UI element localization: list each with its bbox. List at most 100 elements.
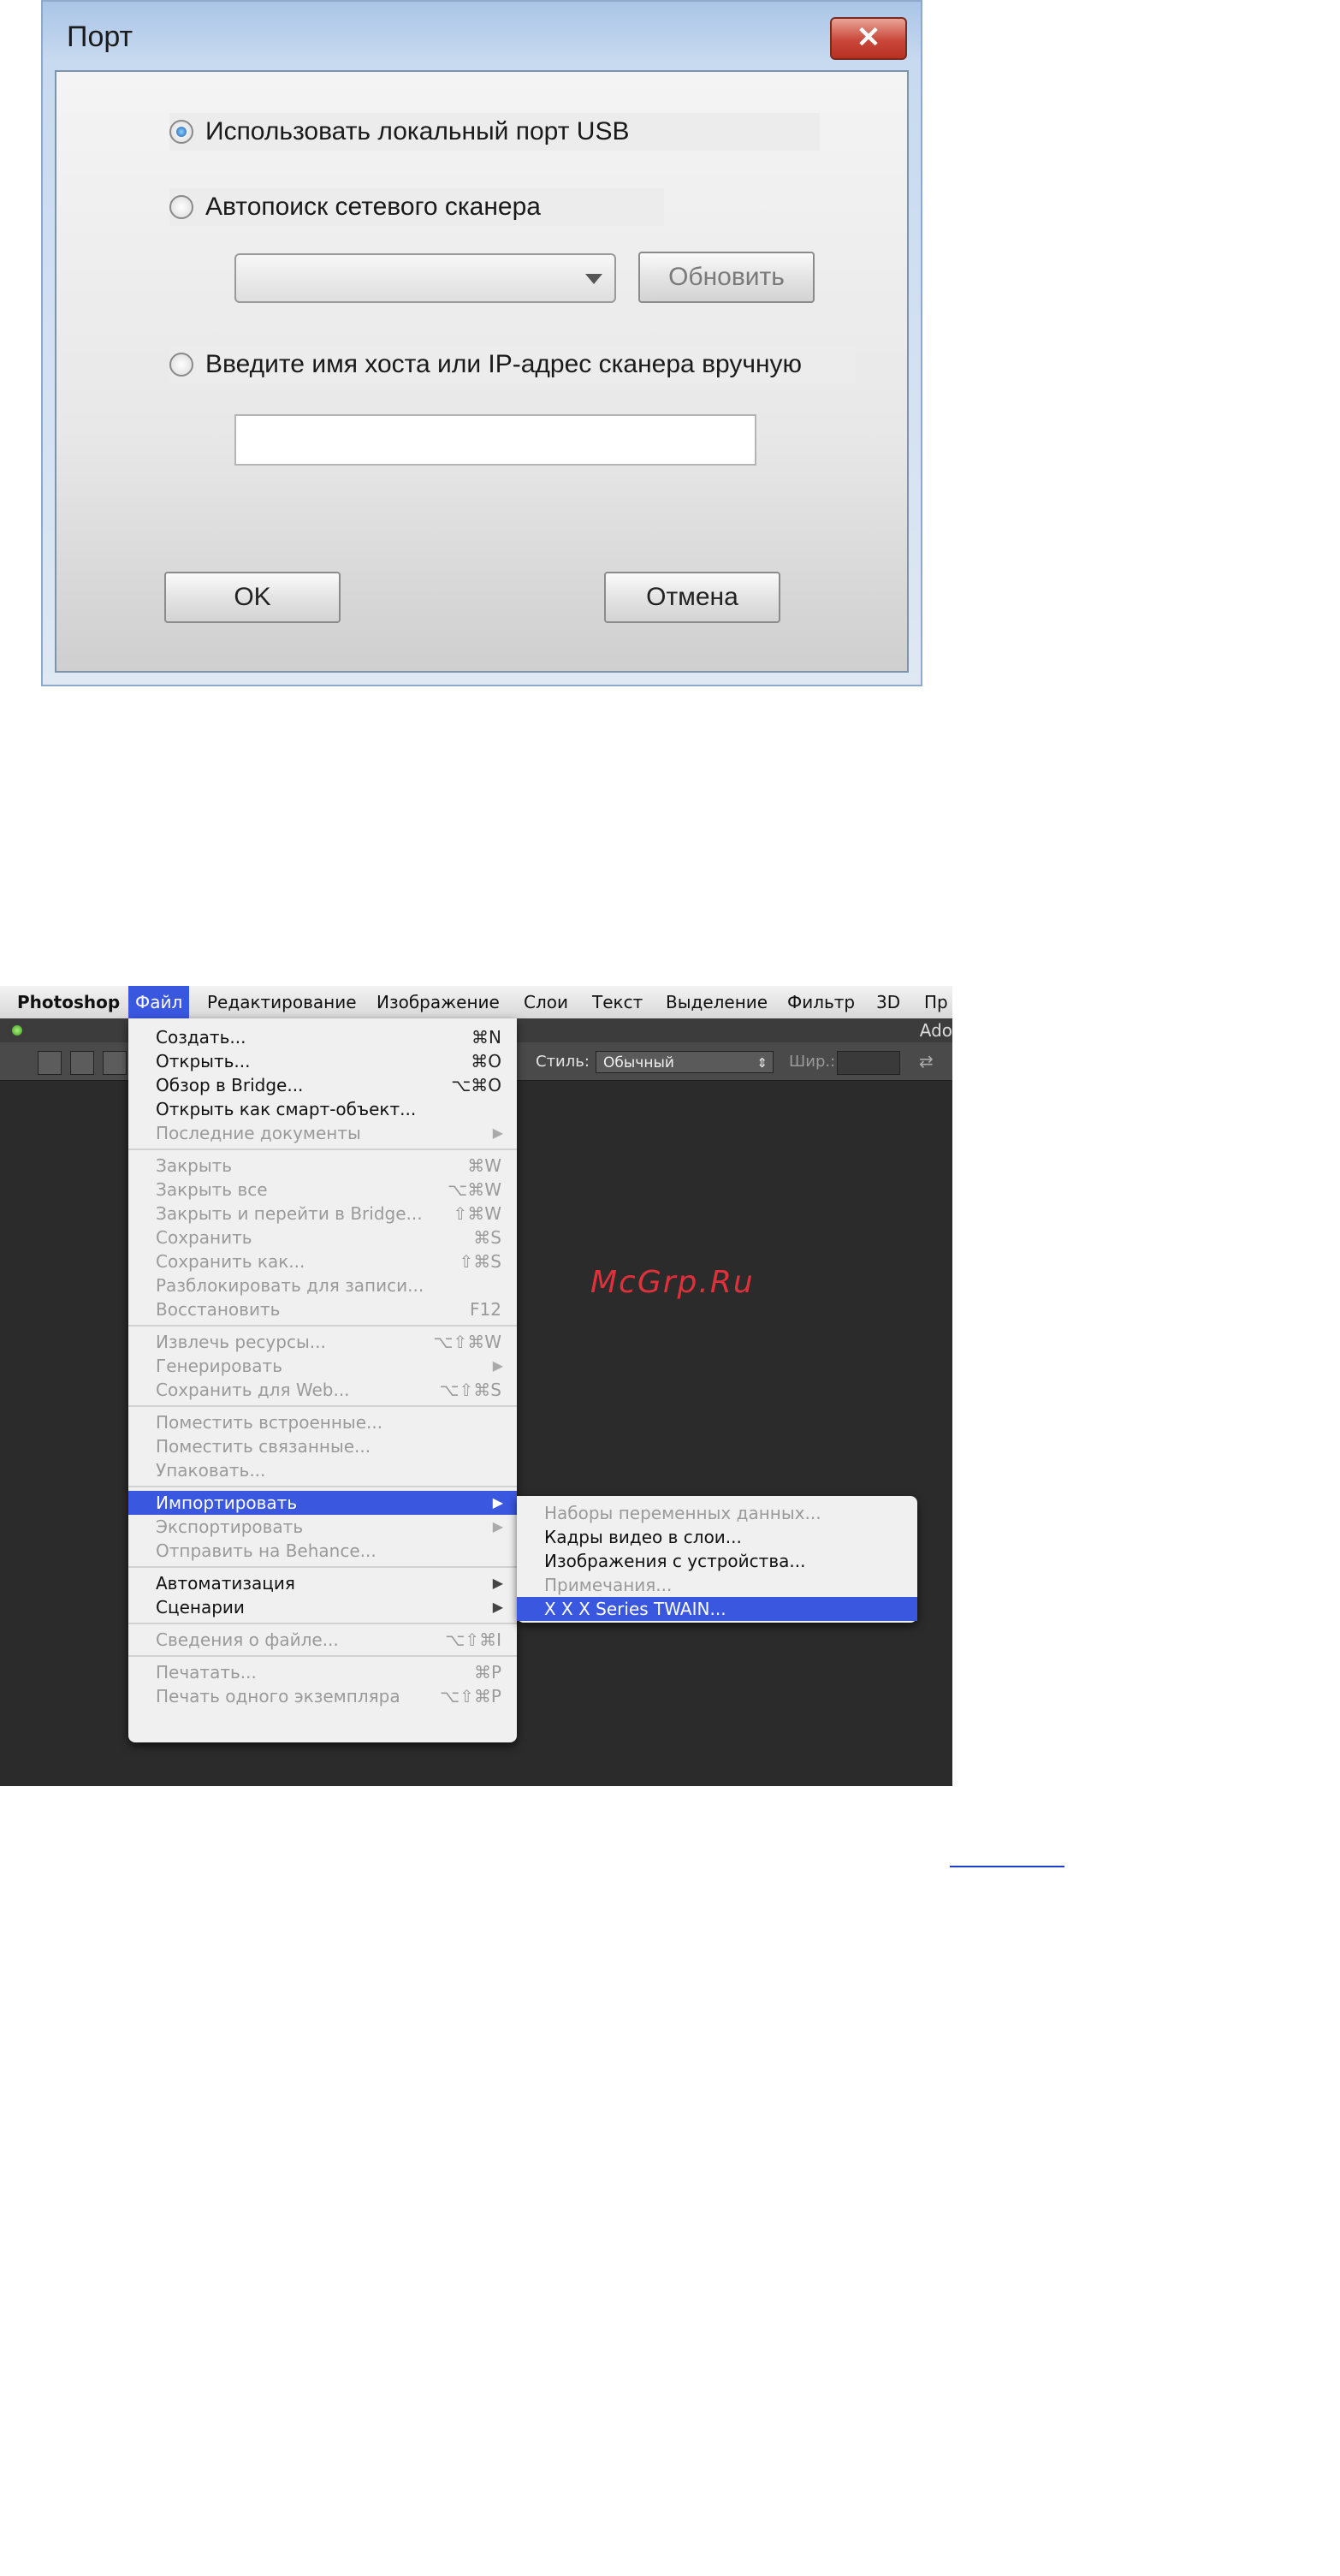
menu-item-label: Сохранить для Web... (156, 1380, 350, 1400)
submenu-arrow-icon: ▶ (492, 1599, 503, 1615)
menu-item-label: Отправить на Behance... (156, 1540, 377, 1561)
file-menu-item[interactable]: Открыть... ⌘O (128, 1049, 517, 1073)
file-menu-item: Разблокировать для записи... (128, 1273, 517, 1297)
submenu-arrow-icon: ▶ (492, 1494, 503, 1511)
file-menu-item: Упаковать... (128, 1458, 517, 1482)
menu-separator (128, 1325, 517, 1327)
menu-item-label: Упаковать... (156, 1460, 266, 1481)
menu-separator (128, 1655, 517, 1657)
radio-auto-row[interactable]: Автопоиск сетевого сканера (169, 188, 664, 226)
import-submenu-item[interactable]: Кадры видео в слои... (517, 1525, 917, 1549)
menu-item-label: Поместить встроенные... (156, 1412, 383, 1433)
menu-file[interactable]: Файл (128, 986, 190, 1018)
width-input[interactable] (837, 1051, 900, 1075)
file-menu-item[interactable]: Сценарии ▶ (128, 1595, 517, 1619)
menu-item-label: Обзор в Bridge... (156, 1075, 304, 1095)
radio-usb[interactable] (169, 120, 193, 144)
file-menu-item: Сохранить для Web... ⌥⇧⌘S (128, 1378, 517, 1402)
file-menu-item[interactable]: Обзор в Bridge... ⌥⌘O (128, 1073, 517, 1097)
file-menu-item[interactable]: Автоматизация ▶ (128, 1571, 517, 1595)
scanner-combo[interactable] (234, 253, 616, 303)
host-input[interactable] (234, 414, 756, 466)
file-menu-item: Отправить на Behance... (128, 1539, 517, 1563)
menu-item-label: Закрыть (156, 1155, 233, 1176)
close-button[interactable]: ✕ (830, 17, 907, 60)
file-menu-item: Генерировать ▶ (128, 1354, 517, 1378)
menu-item-label: Наборы переменных данных... (544, 1503, 821, 1523)
menu-filter[interactable]: Фильтр (780, 986, 862, 1018)
updown-arrows-icon: ⇕ (756, 1055, 768, 1071)
menu-3d[interactable]: 3D (869, 986, 907, 1018)
file-menu-item: Сохранить ⌘S (128, 1226, 517, 1249)
file-menu-item: Восстановить F12 (128, 1297, 517, 1321)
file-menu-item: Печатать... ⌘P (128, 1660, 517, 1684)
menu-item-shortcut: ⌥⇧⌘P (440, 1686, 501, 1706)
ok-button[interactable]: OK (164, 572, 341, 623)
menu-item-label: Открыть... (156, 1051, 251, 1071)
link-underline[interactable] (950, 1866, 1064, 1867)
swap-icon[interactable]: ⇄ (919, 1051, 934, 1071)
file-menu-item: Сведения о файле... ⌥⇧⌘I (128, 1628, 517, 1652)
cancel-button[interactable]: Отмена (604, 572, 780, 623)
menu-item-label: Извлечь ресурсы... (156, 1332, 326, 1352)
menu-item-label: Сохранить как... (156, 1251, 305, 1272)
import-submenu-item: Наборы переменных данных... (517, 1501, 917, 1525)
menu-type[interactable]: Текст (585, 986, 649, 1018)
style-value: Обычный (603, 1054, 674, 1071)
file-menu-item: Поместить связанные... (128, 1434, 517, 1458)
menu-item-label: Печатать... (156, 1662, 257, 1683)
file-menu-item: Закрыть и перейти в Bridge... ⇧⌘W (128, 1202, 517, 1226)
file-menu-item[interactable]: Создать... ⌘N (128, 1025, 517, 1049)
subtract-selection-icon[interactable] (103, 1051, 127, 1075)
radio-auto-label: Автопоиск сетевого сканера (205, 193, 541, 221)
menu-bar: Photoshop Файл Редактирование Изображени… (0, 986, 952, 1019)
import-submenu-item[interactable]: X X X Series TWAIN... (517, 1597, 917, 1621)
import-submenu-item[interactable]: Изображения с устройства... (517, 1549, 917, 1573)
width-label: Шир.: (789, 1053, 836, 1071)
menu-item-shortcut: ⌘O (471, 1051, 501, 1071)
menu-item-shortcut: ⌘P (473, 1662, 501, 1683)
port-dialog: Порт ✕ Использовать локальный порт USB А… (41, 0, 922, 686)
dialog-title: Порт (67, 21, 133, 53)
file-menu-item[interactable]: Открыть как смарт-объект... (128, 1097, 517, 1121)
radio-auto[interactable] (169, 195, 193, 219)
menu-item-label: Кадры видео в слои... (544, 1527, 742, 1547)
chevron-down-icon (585, 274, 602, 284)
style-select[interactable]: Обычный ⇕ (596, 1051, 774, 1073)
menu-layers[interactable]: Слои (517, 986, 575, 1018)
radio-manual-row[interactable]: Введите имя хоста или IP-адрес сканера в… (169, 346, 856, 383)
file-menu-item: Поместить встроенные... (128, 1410, 517, 1434)
menu-select[interactable]: Выделение (659, 986, 774, 1018)
menu-item-label: Примечания... (544, 1575, 673, 1595)
menu-item-label: Сценарии (156, 1597, 245, 1617)
file-menu-item: Сохранить как... ⇧⌘S (128, 1249, 517, 1273)
style-label: Стиль: (536, 1053, 590, 1071)
submenu-arrow-icon: ▶ (492, 1518, 503, 1534)
menu-view[interactable]: Пр (917, 986, 952, 1018)
file-menu-item[interactable]: Импортировать ▶ (128, 1491, 517, 1515)
window-title: Ado (919, 1020, 952, 1041)
radio-manual[interactable] (169, 353, 193, 377)
menu-photoshop[interactable]: Photoshop (10, 986, 127, 1018)
dialog-body: Использовать локальный порт USB Автопоис… (55, 70, 909, 673)
add-selection-icon[interactable] (70, 1051, 94, 1075)
menu-item-shortcut: ⌘W (467, 1155, 501, 1176)
menu-item-shortcut: ⇧⌘S (459, 1251, 501, 1272)
radio-usb-row[interactable]: Использовать локальный порт USB (169, 113, 820, 151)
menu-item-label: Разблокировать для записи... (156, 1275, 424, 1296)
import-submenu-item: Примечания... (517, 1573, 917, 1597)
menu-edit[interactable]: Редактирование (200, 986, 364, 1018)
menu-item-label: Последние документы (156, 1123, 361, 1143)
menu-separator (128, 1149, 517, 1150)
submenu-arrow-icon: ▶ (492, 1125, 503, 1141)
file-menu-item: Извлечь ресурсы... ⌥⇧⌘W (128, 1330, 517, 1354)
refresh-button[interactable]: Обновить (638, 252, 815, 303)
menu-image[interactable]: Изображение (370, 986, 507, 1018)
window-zoom-icon[interactable] (12, 1025, 22, 1036)
menu-item-shortcut: ⌥⇧⌘I (445, 1629, 501, 1650)
new-selection-icon[interactable] (38, 1051, 62, 1075)
submenu-arrow-icon: ▶ (492, 1575, 503, 1591)
dialog-titlebar[interactable]: Порт ✕ (43, 2, 921, 70)
import-submenu: Наборы переменных данных... Кадры видео в… (517, 1496, 917, 1623)
menu-item-label: Открыть как смарт-объект... (156, 1099, 417, 1119)
